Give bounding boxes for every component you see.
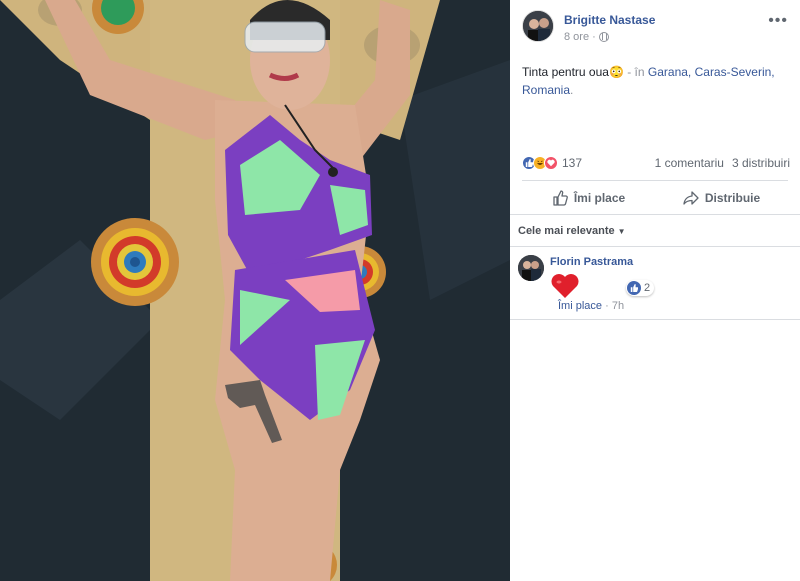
post-meta: 8 ore · xyxy=(564,31,609,43)
post-text: Tinta pentru oua😳 - în Garana, Caras-Sev… xyxy=(522,63,788,99)
location-link-2[interactable]: Romania xyxy=(522,83,570,97)
sort-label: Cele mai relevante xyxy=(518,225,615,237)
divider xyxy=(510,246,800,247)
love-icon xyxy=(544,156,558,170)
comment-like-link[interactable]: Îmi place xyxy=(558,300,602,312)
divider xyxy=(510,214,800,215)
comment-like-count[interactable]: 2 xyxy=(626,280,655,296)
engagement-counts: 1 comentariu 3 distribuiri xyxy=(655,156,790,170)
heart-emoji-icon xyxy=(551,274,579,298)
globe-icon xyxy=(598,32,609,42)
photo-illustration xyxy=(0,0,510,581)
comment-time[interactable]: 7h xyxy=(612,300,624,312)
share-arrow-icon xyxy=(683,191,699,205)
location-prefix: - în xyxy=(623,65,648,79)
post-details-panel: Brigitte Nastase 8 ore · ••• Tinta pentr… xyxy=(510,0,800,581)
post-time[interactable]: 8 ore xyxy=(564,31,589,43)
comment-meta: Îmi place · 7h xyxy=(558,300,625,312)
reaction-icons[interactable] xyxy=(522,156,558,170)
more-options-icon[interactable]: ••• xyxy=(768,12,788,30)
reaction-count[interactable]: 137 xyxy=(562,156,582,170)
reactions-bar: 137 1 comentariu 3 distribuiri xyxy=(522,155,790,171)
author-avatar[interactable] xyxy=(522,10,554,42)
location-link-1[interactable]: Garana, Caras-Severin, xyxy=(648,65,775,79)
post-actions: Îmi place Distribuie xyxy=(522,184,788,212)
like-button-label: Îmi place xyxy=(573,191,626,205)
comment-count[interactable]: 1 comentariu xyxy=(655,156,724,170)
location-end: . xyxy=(570,83,574,97)
share-button[interactable]: Distribuie xyxy=(655,184,788,212)
like-button[interactable]: Îmi place xyxy=(522,184,655,212)
commenter-name[interactable]: Florin Pastrama xyxy=(550,256,633,268)
divider xyxy=(522,180,788,181)
commenter-avatar[interactable] xyxy=(518,255,544,281)
post-photo[interactable] xyxy=(0,0,510,581)
thumbs-up-icon xyxy=(553,190,568,206)
comment-likes-value: 2 xyxy=(644,282,651,294)
comment-item: Florin Pastrama 2 Îmi place · 7h xyxy=(518,254,790,314)
post-header: Brigitte Nastase 8 ore · ••• xyxy=(522,10,790,50)
author-name[interactable]: Brigitte Nastase xyxy=(564,13,655,27)
share-button-label: Distribuie xyxy=(704,191,761,205)
comment-sort-dropdown[interactable]: Cele mai relevante ▼ xyxy=(518,225,626,237)
divider xyxy=(510,319,800,320)
caret-down-icon: ▼ xyxy=(617,227,626,236)
like-icon xyxy=(627,281,641,295)
post-message: Tinta pentru oua😳 xyxy=(522,65,624,79)
share-count[interactable]: 3 distribuiri xyxy=(732,156,790,170)
